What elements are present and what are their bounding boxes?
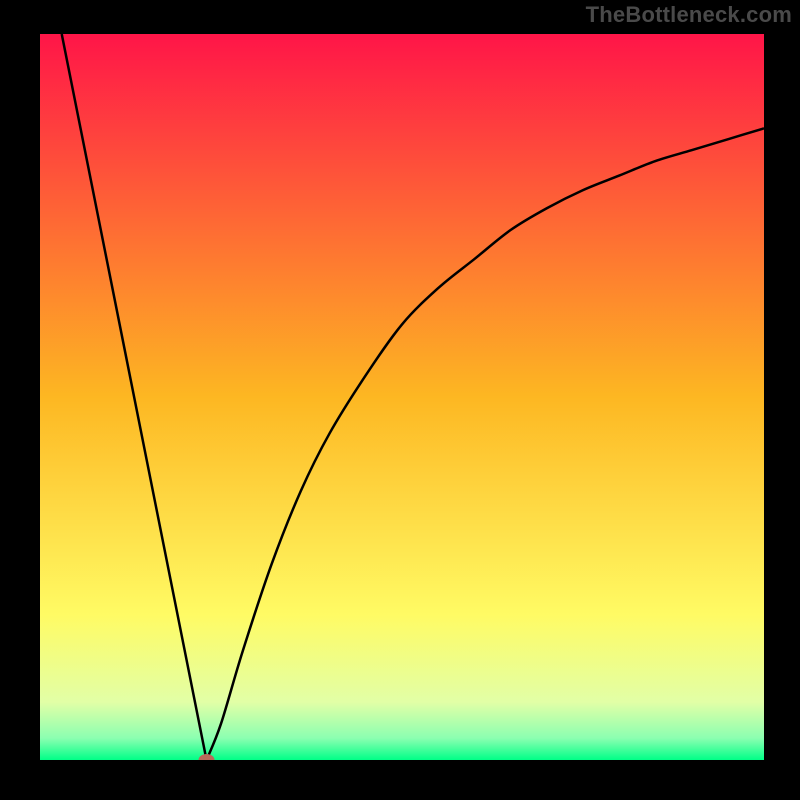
plot-svg [40, 34, 764, 760]
plot-area [40, 34, 764, 760]
plot-background [40, 34, 764, 760]
chart-frame: TheBottleneck.com [0, 0, 800, 800]
attribution-label: TheBottleneck.com [586, 2, 792, 28]
